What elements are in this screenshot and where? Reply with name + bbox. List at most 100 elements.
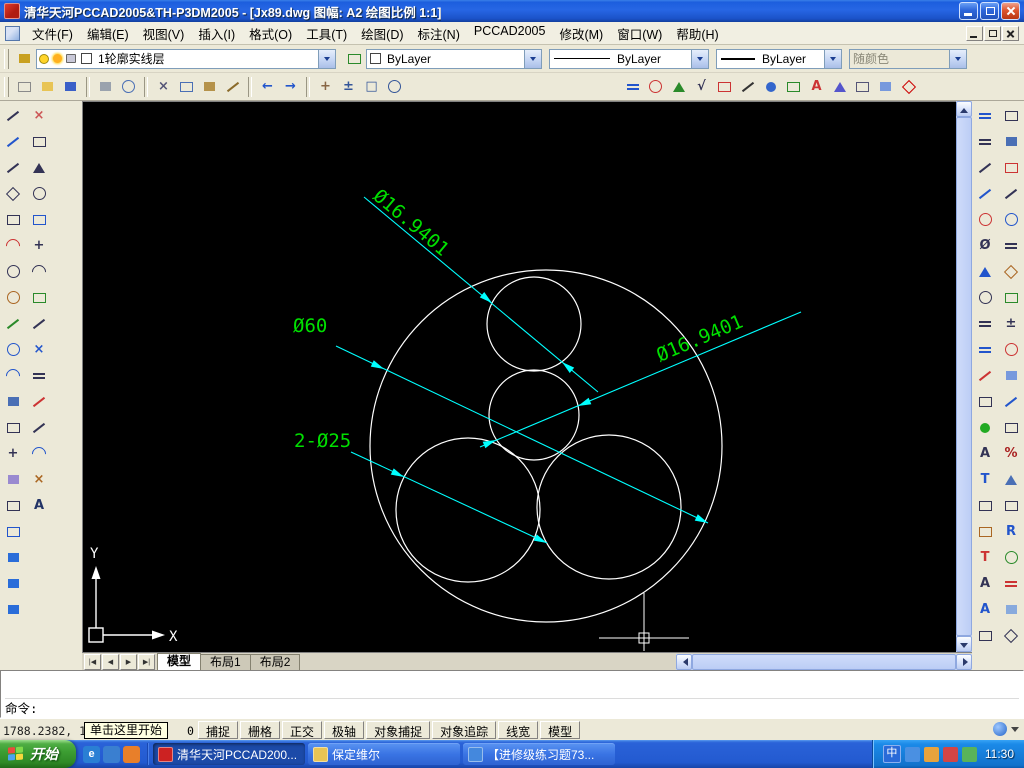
tab-layout1[interactable]: 布局1 xyxy=(200,654,251,670)
copy-object-button[interactable] xyxy=(27,129,51,154)
lineweight-combobox[interactable]: ByLayer xyxy=(716,48,842,69)
command-window[interactable]: 命令: xyxy=(0,670,1024,718)
layer-properties-button[interactable] xyxy=(13,48,36,70)
mdi-minimize-button[interactable] xyxy=(966,25,983,41)
pccad-tool-18-button[interactable] xyxy=(999,571,1023,596)
document-icon[interactable] xyxy=(5,25,20,41)
drawing-canvas[interactable]: Ø16.9401 Ø60 Ø16.9401 2-Ø25 Y X xyxy=(83,102,955,651)
messenger-icon[interactable] xyxy=(942,746,958,762)
copy-clip-button[interactable] xyxy=(175,76,198,98)
menu-item-draw[interactable]: 绘图(D) xyxy=(354,21,410,46)
pccad-tool-14-button[interactable] xyxy=(999,467,1023,492)
status-button-snap[interactable]: 捕捉 xyxy=(198,721,239,739)
draw-order-button[interactable] xyxy=(999,103,1023,128)
toolbar-grip[interactable] xyxy=(4,48,9,69)
mirror-button[interactable] xyxy=(27,155,51,180)
linear-dimension-button[interactable] xyxy=(973,129,997,154)
pccad-assistant-button[interactable] xyxy=(1,597,25,622)
point-button[interactable]: + xyxy=(1,441,25,466)
pccad-tool-10-button[interactable] xyxy=(999,363,1023,388)
horizontal-scrollbar[interactable] xyxy=(676,653,972,670)
weld-symbol-button[interactable] xyxy=(828,76,851,98)
rotate-button[interactable] xyxy=(27,259,51,284)
layer-combobox[interactable]: 1轮廓实线层 xyxy=(36,48,336,69)
datum-symbol-button[interactable] xyxy=(713,76,736,98)
tolerance-button[interactable] xyxy=(851,76,874,98)
tolerance-dimension-button[interactable] xyxy=(973,389,997,414)
status-button-lineweight[interactable]: 线宽 xyxy=(498,721,539,739)
menu-item-dimension[interactable]: 标注(N) xyxy=(411,21,467,46)
menu-item-pccad2005[interactable]: PCCAD2005 xyxy=(467,21,553,46)
antivirus-icon[interactable] xyxy=(923,746,939,762)
balloon-button[interactable] xyxy=(759,76,782,98)
circle-button[interactable] xyxy=(1,259,25,284)
pccad-tool-2-button[interactable] xyxy=(999,155,1023,180)
erase-button[interactable]: × xyxy=(27,103,51,128)
bottom-left-circle-entity[interactable] xyxy=(395,437,541,583)
dimension-texts[interactable]: Ø16.9401 Ø60 Ø16.9401 2-Ø25 xyxy=(293,185,746,452)
pccad-tool-6-button[interactable] xyxy=(999,259,1023,284)
construction-line-button[interactable] xyxy=(1,129,25,154)
dim-linear-button[interactable] xyxy=(621,76,644,98)
top-small-circle-entity[interactable] xyxy=(486,276,582,372)
status-button-ortho[interactable]: 正交 xyxy=(282,721,323,739)
continue-dimension-button[interactable] xyxy=(973,337,997,362)
table-button[interactable] xyxy=(1,519,25,544)
status-button-grid[interactable]: 栅格 xyxy=(240,721,281,739)
symbol-library-button[interactable] xyxy=(897,76,920,98)
open-file-button[interactable] xyxy=(36,76,59,98)
menu-item-tools[interactable]: 工具(T) xyxy=(299,21,354,46)
polygon-button[interactable] xyxy=(1,181,25,206)
menu-item-insert[interactable]: 插入(I) xyxy=(191,21,242,46)
hatch-button[interactable] xyxy=(1,467,25,492)
dropdown-arrow-icon[interactable] xyxy=(824,49,841,68)
menu-item-file[interactable]: 文件(F) xyxy=(25,21,80,46)
tab-layout2[interactable]: 布局2 xyxy=(249,654,301,670)
status-button-osnap[interactable]: 对象捕捉 xyxy=(366,721,431,739)
mdi-close-button[interactable] xyxy=(1002,25,1019,41)
internet-explorer-icon[interactable]: e xyxy=(83,745,100,763)
dropdown-arrow-icon[interactable] xyxy=(524,49,541,68)
cut-button[interactable]: × xyxy=(152,76,175,98)
baseline-dimension-button[interactable] xyxy=(973,311,997,336)
pccad-tool-15-button[interactable] xyxy=(999,493,1023,518)
dimension-update-button[interactable] xyxy=(973,493,997,518)
zoom-window-button[interactable]: □ xyxy=(360,76,383,98)
color-combobox[interactable]: ByLayer xyxy=(366,48,542,69)
toolbar-grip[interactable] xyxy=(4,76,9,97)
media-player-icon[interactable] xyxy=(123,745,140,763)
dim-angular-button[interactable] xyxy=(667,76,690,98)
diameter-dimension-button[interactable]: Ø xyxy=(973,233,997,258)
single-line-text-button[interactable]: A xyxy=(973,571,997,596)
menu-item-edit[interactable]: 编辑(E) xyxy=(80,21,136,46)
pccad-tool-1-button[interactable] xyxy=(999,129,1023,154)
mdi-restore-button[interactable] xyxy=(984,25,1001,41)
dimension-style-button[interactable] xyxy=(973,519,997,544)
scale-button[interactable] xyxy=(27,285,51,310)
dropdown-arrow-icon[interactable] xyxy=(318,49,335,68)
make-object-layer-current-button[interactable] xyxy=(343,48,366,70)
title-block-button[interactable] xyxy=(874,76,897,98)
surface-roughness-button[interactable]: √ xyxy=(690,76,713,98)
restore-button[interactable] xyxy=(980,2,999,20)
draw-line-button[interactable] xyxy=(1,103,25,128)
make-block-button[interactable] xyxy=(1,415,25,440)
insert-block-button[interactable] xyxy=(1,389,25,414)
pccad-tool-20-button[interactable] xyxy=(999,623,1023,648)
menu-item-format[interactable]: 格式(O) xyxy=(242,21,299,46)
spline-button[interactable] xyxy=(1,311,25,336)
array-button[interactable] xyxy=(27,207,51,232)
save-file-button[interactable] xyxy=(59,76,82,98)
ime-keyboard-icon[interactable] xyxy=(904,746,920,762)
arc-length-dimension-button[interactable] xyxy=(973,285,997,310)
tab-model[interactable]: 模型 xyxy=(157,653,202,670)
pccad-tool-13-button[interactable]: % xyxy=(999,441,1023,466)
vertical-scrollbar[interactable] xyxy=(956,101,972,652)
quick-leader-button[interactable] xyxy=(973,363,997,388)
pccad-tool-17-button[interactable] xyxy=(999,545,1023,570)
status-button-otrack[interactable]: 对象追踪 xyxy=(432,721,497,739)
pccad-library-button[interactable] xyxy=(1,545,25,570)
command-prompt[interactable]: 命令: xyxy=(5,698,38,717)
quick-dimension-button[interactable] xyxy=(973,103,997,128)
move-button[interactable]: + xyxy=(27,233,51,258)
